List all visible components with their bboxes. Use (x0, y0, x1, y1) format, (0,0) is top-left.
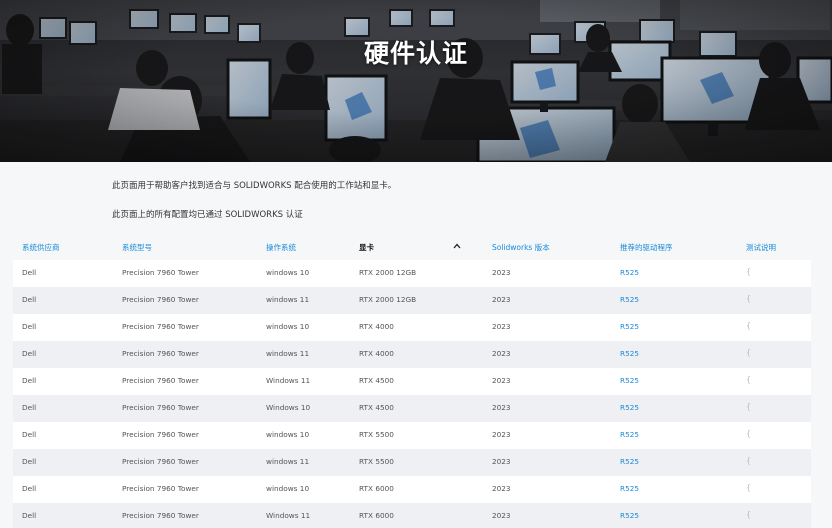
cell-driver-link[interactable]: R525 (620, 295, 639, 304)
cell-os: windows 11 (266, 295, 310, 304)
cell-vendor: Dell (22, 322, 37, 331)
cell-vendor: Dell (22, 268, 37, 277)
cell-os: windows 10 (266, 430, 310, 439)
cell-model: Precision 7960 Tower (122, 349, 199, 358)
header-vendor[interactable]: 系统供应商 (22, 242, 60, 253)
cell-test-note[interactable]: { (746, 483, 751, 492)
cell-vendor: Dell (22, 403, 37, 412)
table-row: Dell Precision 7960 Tower Windows 11 RTX 60… (13, 503, 811, 528)
cell-os: Windows 11 (266, 376, 311, 385)
table-row: Dell Precision 7960 Tower windows 11 RTX 55… (13, 449, 811, 476)
table-row: Dell Precision 7960 Tower windows 10 RTX 20… (13, 260, 811, 287)
cell-gpu: RTX 6000 (359, 511, 394, 520)
cell-os: windows 10 (266, 268, 310, 277)
header-model[interactable]: 系统型号 (122, 242, 152, 253)
cell-driver-link[interactable]: R525 (620, 457, 639, 466)
table-row: Dell Precision 7960 Tower windows 10 RTX 40… (13, 314, 811, 341)
cell-driver-link[interactable]: R525 (620, 376, 639, 385)
cell-driver-link[interactable]: R525 (620, 430, 639, 439)
cell-os: windows 10 (266, 484, 310, 493)
header-notes[interactable]: 测试说明 (746, 242, 776, 253)
header-os[interactable]: 操作系统 (266, 242, 296, 253)
cell-sw-version: 2023 (492, 430, 511, 439)
header-sw-version[interactable]: Solidworks 版本 (492, 242, 550, 253)
cell-test-note[interactable]: { (746, 429, 751, 438)
table-row: Dell Precision 7960 Tower Windows 10 RTX 45… (13, 395, 811, 422)
cell-model: Precision 7960 Tower (122, 322, 199, 331)
cell-model: Precision 7960 Tower (122, 430, 199, 439)
cell-os: windows 11 (266, 349, 310, 358)
cell-gpu: RTX 4000 (359, 322, 394, 331)
cell-test-note[interactable]: { (746, 510, 751, 519)
cell-vendor: Dell (22, 511, 37, 520)
cell-test-note[interactable]: { (746, 456, 751, 465)
cell-model: Precision 7960 Tower (122, 484, 199, 493)
cell-gpu: RTX 6000 (359, 484, 394, 493)
cell-gpu: RTX 4500 (359, 376, 394, 385)
cell-driver-link[interactable]: R525 (620, 403, 639, 412)
cell-gpu: RTX 5500 (359, 457, 394, 466)
table-row: Dell Precision 7960 Tower windows 11 RTX 40… (13, 341, 811, 368)
cell-vendor: Dell (22, 430, 37, 439)
cell-os: Windows 11 (266, 511, 311, 520)
cell-sw-version: 2023 (492, 268, 511, 277)
table-row: Dell Precision 7960 Tower windows 11 RTX 20… (13, 287, 811, 314)
cell-sw-version: 2023 (492, 511, 511, 520)
intro-text-line2: 此页面上的所有配置均已通过 SOLIDWORKS 认证 (112, 210, 303, 220)
cell-driver-link[interactable]: R525 (620, 484, 639, 493)
hardware-certification-table: 系统供应商 系统型号 操作系统 显卡 Solidworks 版本 推荐的驱动程序… (13, 236, 811, 528)
cell-test-note[interactable]: { (746, 402, 751, 411)
intro-text-line1: 此页面用于帮助客户找到适合与 SOLIDWORKS 配合使用的工作站和显卡。 (112, 181, 397, 191)
cell-gpu: RTX 4000 (359, 349, 394, 358)
cell-sw-version: 2023 (492, 349, 511, 358)
cell-sw-version: 2023 (492, 484, 511, 493)
cell-driver-link[interactable]: R525 (620, 322, 639, 331)
hero-classroom-photo (0, 0, 832, 162)
cell-test-note[interactable]: { (746, 375, 751, 384)
cell-sw-version: 2023 (492, 295, 511, 304)
cell-os: windows 10 (266, 322, 310, 331)
cell-gpu: RTX 5500 (359, 430, 394, 439)
cell-test-note[interactable]: { (746, 321, 751, 330)
cell-vendor: Dell (22, 376, 37, 385)
cell-gpu: RTX 4500 (359, 403, 394, 412)
cell-driver-link[interactable]: R525 (620, 349, 639, 358)
table-row: Dell Precision 7960 Tower windows 10 RTX 60… (13, 476, 811, 503)
cell-model: Precision 7960 Tower (122, 376, 199, 385)
page: 硬件认证 此页面用于帮助客户找到适合与 SOLIDWORKS 配合使用的工作站和… (0, 0, 832, 528)
cell-vendor: Dell (22, 295, 37, 304)
cell-model: Precision 7960 Tower (122, 295, 199, 304)
header-gpu[interactable]: 显卡 (359, 242, 374, 253)
cell-sw-version: 2023 (492, 403, 511, 412)
cell-model: Precision 7960 Tower (122, 268, 199, 277)
cell-model: Precision 7960 Tower (122, 403, 199, 412)
cell-model: Precision 7960 Tower (122, 511, 199, 520)
cell-os: Windows 10 (266, 403, 311, 412)
cell-sw-version: 2023 (492, 322, 511, 331)
chevron-up-icon[interactable] (453, 242, 461, 251)
header-driver[interactable]: 推荐的驱动程序 (620, 242, 673, 253)
cell-os: windows 11 (266, 457, 310, 466)
cell-vendor: Dell (22, 457, 37, 466)
page-title: 硬件认证 (363, 39, 468, 68)
cell-model: Precision 7960 Tower (122, 457, 199, 466)
table-body: Dell Precision 7960 Tower windows 10 RTX 20… (13, 260, 811, 528)
table-row: Dell Precision 7960 Tower windows 10 RTX 55… (13, 422, 811, 449)
cell-test-note[interactable]: { (746, 348, 751, 357)
table-header: 系统供应商 系统型号 操作系统 显卡 Solidworks 版本 推荐的驱动程序… (13, 236, 811, 260)
cell-gpu: RTX 2000 12GB (359, 295, 417, 304)
cell-gpu: RTX 2000 12GB (359, 268, 417, 277)
cell-vendor: Dell (22, 484, 37, 493)
table-row: Dell Precision 7960 Tower Windows 11 RTX 45… (13, 368, 811, 395)
cell-test-note[interactable]: { (746, 294, 751, 303)
cell-driver-link[interactable]: R525 (620, 511, 639, 520)
cell-driver-link[interactable]: R525 (620, 268, 639, 277)
cell-sw-version: 2023 (492, 376, 511, 385)
hero-banner: 硬件认证 (0, 0, 832, 162)
cell-test-note[interactable]: { (746, 267, 751, 276)
cell-vendor: Dell (22, 349, 37, 358)
cell-sw-version: 2023 (492, 457, 511, 466)
